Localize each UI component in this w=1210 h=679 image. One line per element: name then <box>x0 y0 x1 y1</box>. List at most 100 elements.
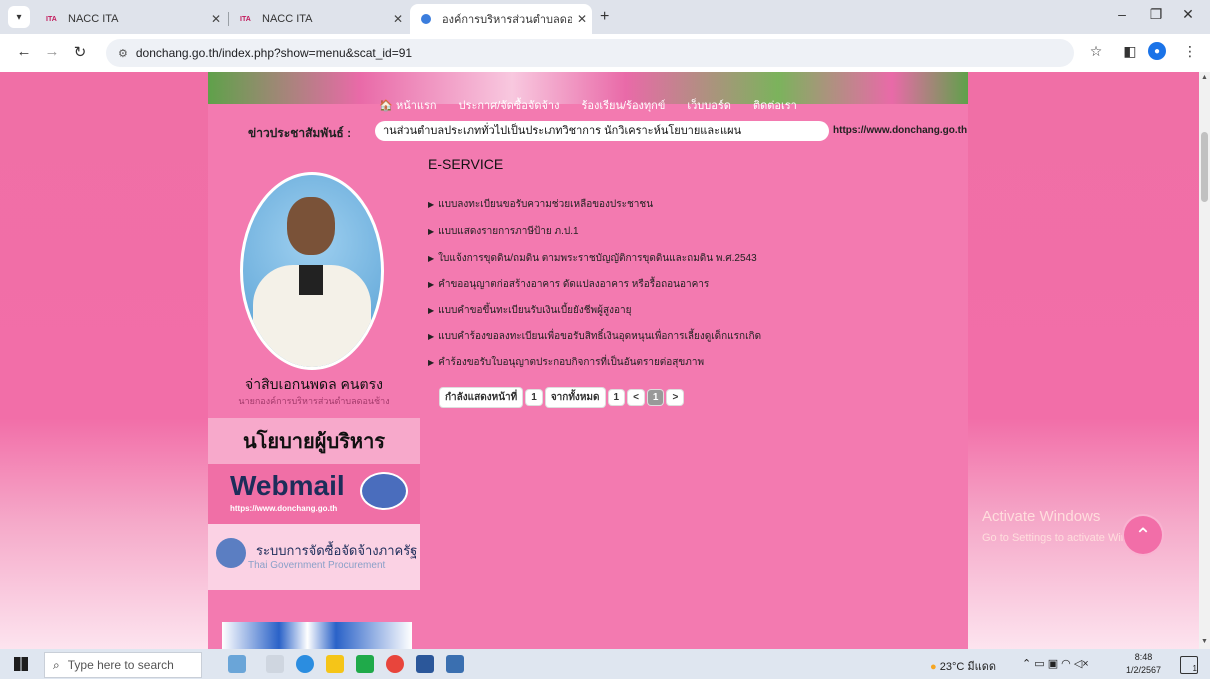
ita-favicon-icon: ITA <box>240 15 251 23</box>
system-tray-icons[interactable]: ⌃ ▭ ▣ ◠ ◁× <box>1022 657 1089 670</box>
tab-1[interactable]: ITA NACC ITA ✕ <box>36 4 226 34</box>
procurement-banner[interactable]: ระบบการจัดซื้อจัดจ้างภาครัฐ Thai Governm… <box>208 524 420 590</box>
pager-total-pages: 1 <box>608 390 625 405</box>
scroll-up-icon[interactable]: ▲ <box>1201 74 1208 81</box>
list-item[interactable]: ▶ แบบคำร้องขอลงทะเบียนเพื่อขอรับสิทธิ์เงิ… <box>428 329 761 344</box>
partner-logo-image[interactable] <box>222 622 412 649</box>
tab-title: NACC ITA <box>262 13 313 25</box>
prev-page-button[interactable]: < <box>628 390 644 405</box>
list-item-label: ใบแจ้งการขุดดิน/ถมดิน ตามพระราชบัญญัติกา… <box>438 253 757 264</box>
windows-start-icon[interactable] <box>14 657 28 671</box>
pagination: กำลังแสดงหน้าที่ 1 จากทั้งหมด 1 < 1 > <box>440 388 684 407</box>
list-item[interactable]: ▶ ใบแจ้งการขุดดิน/ถมดิน ตามพระราชบัญญัติก… <box>428 251 757 266</box>
close-tab-icon[interactable]: ✕ <box>388 12 408 26</box>
pager-showing-label: กำลังแสดงหน้าที่ <box>440 388 523 407</box>
list-item[interactable]: ▶ แบบลงทะเบียนขอรับความช่วยเหลือของประชาช… <box>428 197 653 212</box>
tab-2[interactable]: ITA NACC ITA ✕ <box>230 4 408 34</box>
notification-center-icon[interactable]: 1 <box>1180 656 1198 674</box>
triangle-bullet-icon: ▶ <box>428 332 435 341</box>
taskbar-search[interactable]: ⌕ Type here to search <box>44 652 202 678</box>
word-app-icon[interactable] <box>416 655 434 673</box>
side-panel-icon[interactable]: ◧ <box>1120 43 1140 60</box>
browser-toolbar: ← → ↻ ⚙ donchang.go.th/index.php?show=me… <box>0 34 1210 73</box>
list-item-label: แบบคำร้องขอลงทะเบียนเพื่อขอรับสิทธิ์เงิน… <box>438 331 762 342</box>
page-1-button[interactable]: 1 <box>647 390 664 405</box>
triangle-bullet-icon: ▶ <box>428 254 435 263</box>
activate-windows-title: Activate Windows <box>982 508 1101 525</box>
nav-contact[interactable]: ติดต่อเรา <box>753 96 797 114</box>
triangle-bullet-icon: ▶ <box>428 358 435 367</box>
lighthouse-app-icon[interactable] <box>228 655 246 673</box>
taskbar: ⌕ Type here to search ● 23°C มีแดด ⌃ ▭ ▣… <box>0 649 1210 679</box>
pager-of-label: จากทั้งหมด <box>545 388 605 407</box>
list-item-label: แบบลงทะเบียนขอรับความช่วยเหลือของประชาชน <box>438 199 654 210</box>
mayor-name: จ่าสิบเอกนพดล คนตรง <box>245 376 383 392</box>
tab-3-active[interactable]: องค์การบริหารส่วนตำบลดอนช้าง (อ ✕ <box>410 4 592 34</box>
scrollbar-thumb[interactable] <box>1201 132 1208 202</box>
mayor-portrait-image <box>240 172 384 370</box>
nav-complaints[interactable]: ร้องเรียน/ร้องทุกข์ <box>581 96 665 114</box>
profile-avatar-icon[interactable]: ● <box>1148 42 1166 60</box>
triangle-bullet-icon: ▶ <box>428 227 435 236</box>
policy-link[interactable]: นโยบายผู้บริหาร <box>208 418 420 464</box>
search-icon: ⌕ <box>53 657 60 672</box>
tab-separator <box>228 12 229 26</box>
close-tab-icon[interactable]: ✕ <box>572 12 592 26</box>
search-placeholder: Type here to search <box>67 658 174 672</box>
portrait-head <box>287 197 335 255</box>
clock-date: 1/2/2567 <box>1126 665 1162 675</box>
news-bar: ข่าวประชาสัมพันธ์ : านส่วนตำบลประเภททั่ว… <box>208 119 968 145</box>
edge-browser-icon[interactable] <box>296 655 314 673</box>
reload-icon[interactable]: ↻ <box>70 43 90 61</box>
next-page-button[interactable]: > <box>667 390 684 405</box>
news-ticker[interactable]: านส่วนตำบลประเภททั่วไปเป็นประเภทวิชาการ … <box>375 121 829 141</box>
webmail-button-icon <box>360 472 408 510</box>
list-item[interactable]: ▶ แบบแสดงรายการภาษีป้าย ภ.ป.1 <box>428 224 579 239</box>
tab-search-button[interactable]: ▾ <box>8 6 30 28</box>
list-item[interactable]: ▶ แบบคำขอขึ้นทะเบียนรับเงินเบี้ยยังชีพผู้… <box>428 303 631 318</box>
globe-icon <box>420 13 436 25</box>
list-item-label: แบบแสดงรายการภาษีป้าย ภ.ป.1 <box>438 226 579 237</box>
address-bar[interactable]: ⚙ donchang.go.th/index.php?show=menu&sca… <box>106 39 1074 67</box>
list-item-label: แบบคำขอขึ้นทะเบียนรับเงินเบี้ยยังชีพผู้ส… <box>438 305 632 316</box>
forward-arrow-icon[interactable]: → <box>42 43 62 60</box>
list-item[interactable]: ▶ คำร้องขอรับใบอนุญาตประกอบกิจการที่เป็นอ… <box>428 355 704 370</box>
chevron-up-icon: ⌃ <box>1134 524 1152 547</box>
nav-webboard[interactable]: เว็บบอร์ด <box>687 96 731 114</box>
pager-current-page: 1 <box>526 390 542 405</box>
nav-procurement[interactable]: ประกาศ/จัดซื้อจัดจ้าง <box>459 96 560 114</box>
site-info-icon[interactable]: ⚙ <box>118 47 128 60</box>
weather-widget[interactable]: ● 23°C มีแดด <box>930 657 996 675</box>
scroll-to-top-button[interactable]: ⌃ <box>1124 516 1162 554</box>
list-item[interactable]: ▶ คำขออนุญาตก่อสร้างอาคาร ดัดแปลงอาคาร หร… <box>428 277 709 292</box>
line-app-icon[interactable] <box>356 655 374 673</box>
close-tab-icon[interactable]: ✕ <box>206 12 226 26</box>
bookmark-star-icon[interactable]: ☆ <box>1086 43 1106 60</box>
back-arrow-icon[interactable]: ← <box>14 43 34 60</box>
more-menu-icon[interactable]: ⋮ <box>1180 43 1200 60</box>
triangle-bullet-icon: ▶ <box>428 280 435 289</box>
file-explorer-icon[interactable] <box>326 655 344 673</box>
webmail-url: https://www.donchang.go.th <box>230 504 338 513</box>
page-scrollbar[interactable]: ▲ ▼ <box>1199 72 1210 649</box>
clock-time: 8:48 <box>1134 652 1153 662</box>
triangle-bullet-icon: ▶ <box>428 306 435 315</box>
site-page: 🏠 หน้าแรก ประกาศ/จัดซื้อจัดจ้าง ร้องเรีย… <box>208 72 968 649</box>
task-view-icon[interactable] <box>266 655 284 673</box>
webmail-banner[interactable]: Webmail https://www.donchang.go.th <box>208 464 420 524</box>
ita-favicon-icon: ITA <box>46 15 57 23</box>
close-window-icon[interactable]: ✕ <box>1168 6 1208 23</box>
scroll-down-icon[interactable]: ▼ <box>1201 638 1208 645</box>
nav-home-label: หน้าแรก <box>395 100 437 112</box>
procurement-title-en: Thai Government Procurement <box>248 560 386 571</box>
taskbar-clock[interactable]: 8:48 1/2/2567 <box>1126 651 1161 677</box>
nav-home[interactable]: 🏠 หน้าแรก <box>379 96 436 114</box>
news-label: ข่าวประชาสัมพันธ์ : <box>248 126 352 140</box>
tab-strip: ▾ ITA NACC ITA ✕ ITA NACC ITA ✕ องค์การบ… <box>0 0 1210 34</box>
news-url[interactable]: https://www.donchang.go.th <box>833 125 967 136</box>
tab-title: NACC ITA <box>68 13 119 25</box>
new-tab-button[interactable]: + <box>600 8 609 26</box>
chrome-browser-icon[interactable] <box>386 655 404 673</box>
sidebar: จ่าสิบเอกนพดล คนตรง นายกองค์การบริหารส่ว… <box>208 152 420 649</box>
photos-app-icon[interactable] <box>446 655 464 673</box>
